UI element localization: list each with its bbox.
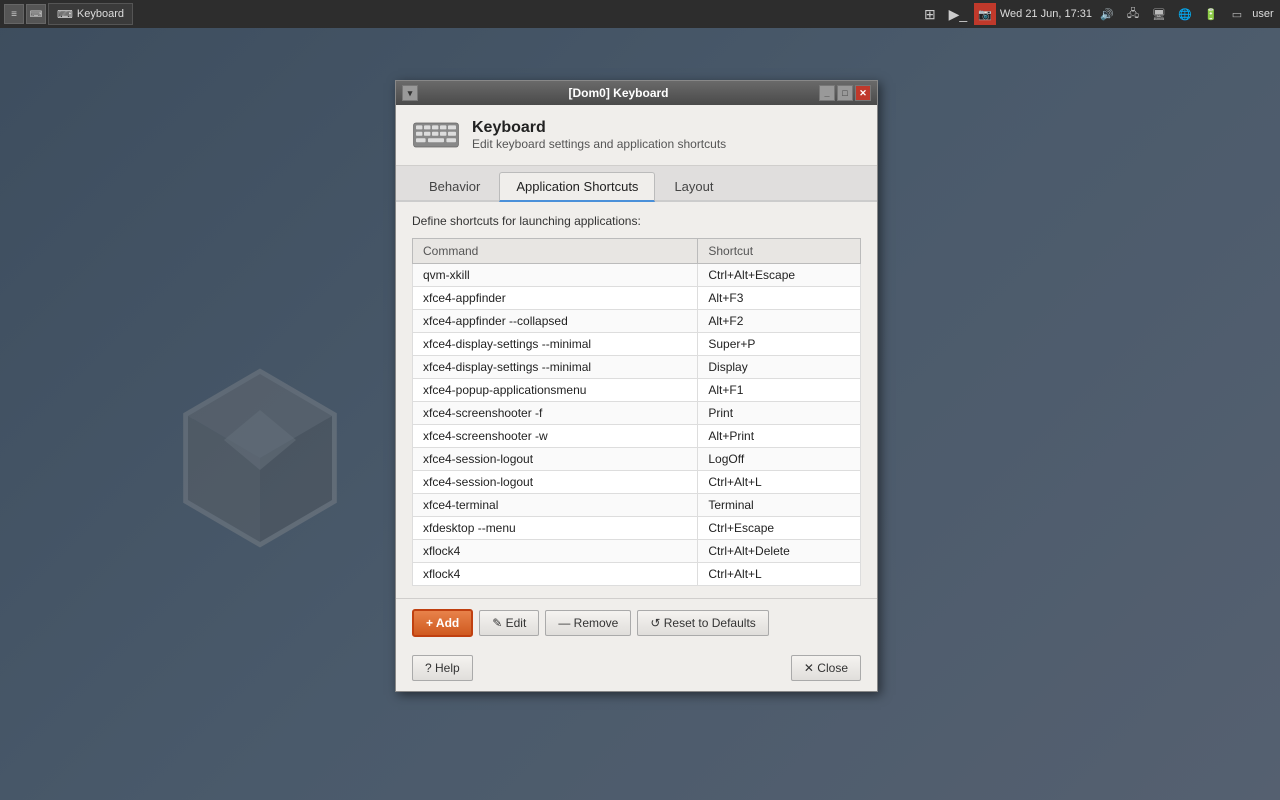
titlebar-close-btn[interactable]: ✕ [855,85,871,101]
taskbar-time: Wed 21 Jun, 17:31 [1000,8,1092,20]
taskbar-cmd-icon[interactable]: ⊞ [918,2,942,26]
dialog-header: Keyboard Edit keyboard settings and appl… [396,105,877,166]
table-row[interactable]: xfce4-session-logoutLogOff [413,448,861,471]
command-cell: xflock4 [413,540,698,563]
taskbar-keyboard-window[interactable]: ⌨ Keyboard [48,3,133,25]
shortcut-cell: Alt+F3 [698,287,861,310]
taskbar-right: ⊞ ▶_ 📷 Wed 21 Jun, 17:31 🔊 🖧 🖥 🌐 🔋 ▭ use… [918,2,1280,26]
shortcut-cell: Ctrl+Escape [698,517,861,540]
command-cell: qvm-xkill [413,264,698,287]
titlebar-right-controls: _ □ ✕ [819,85,871,101]
taskbar-icon-2[interactable]: ⌨ [26,4,46,24]
keyboard-dialog: ▾ [Dom0] Keyboard _ □ ✕ Keyboard [395,80,878,692]
taskbar-battery-icon[interactable]: 🔋 [1200,3,1222,25]
table-row[interactable]: xfce4-display-settings --minimalDisplay [413,356,861,379]
reset-button[interactable]: ↺ Reset to Defaults [637,610,768,636]
table-row[interactable]: xfdesktop --menuCtrl+Escape [413,517,861,540]
table-row[interactable]: xflock4Ctrl+Alt+Delete [413,540,861,563]
shortcut-cell: Ctrl+Alt+Delete [698,540,861,563]
tabs-container: Behavior Application Shortcuts Layout [396,166,877,202]
command-cell: xfce4-screenshooter -w [413,425,698,448]
command-cell: xfce4-terminal [413,494,698,517]
command-cell: xfce4-appfinder [413,287,698,310]
command-cell: xfce4-display-settings --minimal [413,333,698,356]
taskbar-user-label: user [1252,3,1274,25]
shortcut-cell: Alt+F2 [698,310,861,333]
table-row[interactable]: xfce4-display-settings --minimalSuper+P [413,333,861,356]
command-cell: xfce4-session-logout [413,471,698,494]
taskbar-screenshot-icon[interactable]: 📷 [974,3,996,25]
taskbar: ≡ ⌨ ⌨ Keyboard ⊞ ▶_ 📷 Wed 21 Jun, 17:31 … [0,0,1280,28]
titlebar-minimize-btn[interactable]: _ [819,85,835,101]
command-cell: xfdesktop --menu [413,517,698,540]
shortcut-cell: Alt+F1 [698,379,861,402]
shortcut-cell: LogOff [698,448,861,471]
dialog-footer: ? Help ✕ Close [396,647,877,691]
dialog-titlebar: ▾ [Dom0] Keyboard _ □ ✕ [396,81,877,105]
table-row[interactable]: xfce4-screenshooter -wAlt+Print [413,425,861,448]
shortcut-cell: Display [698,356,861,379]
add-button[interactable]: + Add [412,609,473,637]
action-buttons-row: + Add ✎ Edit — Remove ↺ Reset to Default… [396,598,877,647]
keyboard-icon [412,117,460,153]
taskbar-network-icon[interactable]: 🖧 [1122,3,1144,25]
titlebar-menu-btn[interactable]: ▾ [402,85,418,101]
tab-application-shortcuts[interactable]: Application Shortcuts [499,172,655,202]
taskbar-monitor-icon[interactable]: 🖥 [1148,3,1170,25]
taskbar-display-icon[interactable]: ▭ [1226,3,1248,25]
help-button[interactable]: ? Help [412,655,473,681]
titlebar-maximize-btn[interactable]: □ [837,85,853,101]
tab-content-application-shortcuts: Define shortcuts for launching applicati… [396,202,877,598]
taskbar-left: ≡ ⌨ ⌨ Keyboard [0,3,133,25]
q-logo-icon [140,350,380,590]
shortcut-cell: Super+P [698,333,861,356]
app-menu-icon[interactable]: ≡ [4,4,24,24]
taskbar-window-icon: ⌨ [57,8,73,21]
column-command: Command [413,239,698,264]
taskbar-volume-icon[interactable]: 🔊 [1096,3,1118,25]
command-cell: xfce4-display-settings --minimal [413,356,698,379]
command-cell: xflock4 [413,563,698,586]
shortcut-cell: Terminal [698,494,861,517]
shortcut-cell: Print [698,402,861,425]
command-cell: xfce4-appfinder --collapsed [413,310,698,333]
table-row[interactable]: xflock4Ctrl+Alt+L [413,563,861,586]
table-row[interactable]: xfce4-appfinderAlt+F3 [413,287,861,310]
table-row[interactable]: xfce4-session-logoutCtrl+Alt+L [413,471,861,494]
taskbar-window-label: Keyboard [77,8,124,20]
column-shortcut: Shortcut [698,239,861,264]
command-cell: xfce4-session-logout [413,448,698,471]
dialog-title: [Dom0] Keyboard [568,86,668,100]
shortcut-cell: Alt+Print [698,425,861,448]
close-button[interactable]: ✕ Close [791,655,861,681]
table-row[interactable]: qvm-xkillCtrl+Alt+Escape [413,264,861,287]
remove-button[interactable]: — Remove [545,610,631,636]
table-row[interactable]: xfce4-terminalTerminal [413,494,861,517]
titlebar-left-controls: ▾ [402,85,418,101]
table-row[interactable]: xfce4-popup-applicationsmenuAlt+F1 [413,379,861,402]
dialog-app-subtitle: Edit keyboard settings and application s… [472,137,726,151]
table-row[interactable]: xfce4-appfinder --collapsedAlt+F2 [413,310,861,333]
table-row[interactable]: xfce4-screenshooter -fPrint [413,402,861,425]
shortcut-cell: Ctrl+Alt+L [698,471,861,494]
taskbar-terminal-icon[interactable]: ▶_ [946,2,970,26]
dialog-header-text: Keyboard Edit keyboard settings and appl… [472,119,726,151]
taskbar-globe-icon[interactable]: 🌐 [1174,3,1196,25]
command-cell: xfce4-screenshooter -f [413,402,698,425]
shortcuts-description: Define shortcuts for launching applicati… [412,214,861,228]
tab-layout[interactable]: Layout [657,172,730,200]
shortcuts-table: Command Shortcut qvm-xkillCtrl+Alt+Escap… [412,238,861,586]
shortcut-cell: Ctrl+Alt+L [698,563,861,586]
dialog-app-title: Keyboard [472,119,726,137]
shortcut-cell: Ctrl+Alt+Escape [698,264,861,287]
command-cell: xfce4-popup-applicationsmenu [413,379,698,402]
edit-button[interactable]: ✎ Edit [479,610,539,636]
tab-behavior[interactable]: Behavior [412,172,497,200]
